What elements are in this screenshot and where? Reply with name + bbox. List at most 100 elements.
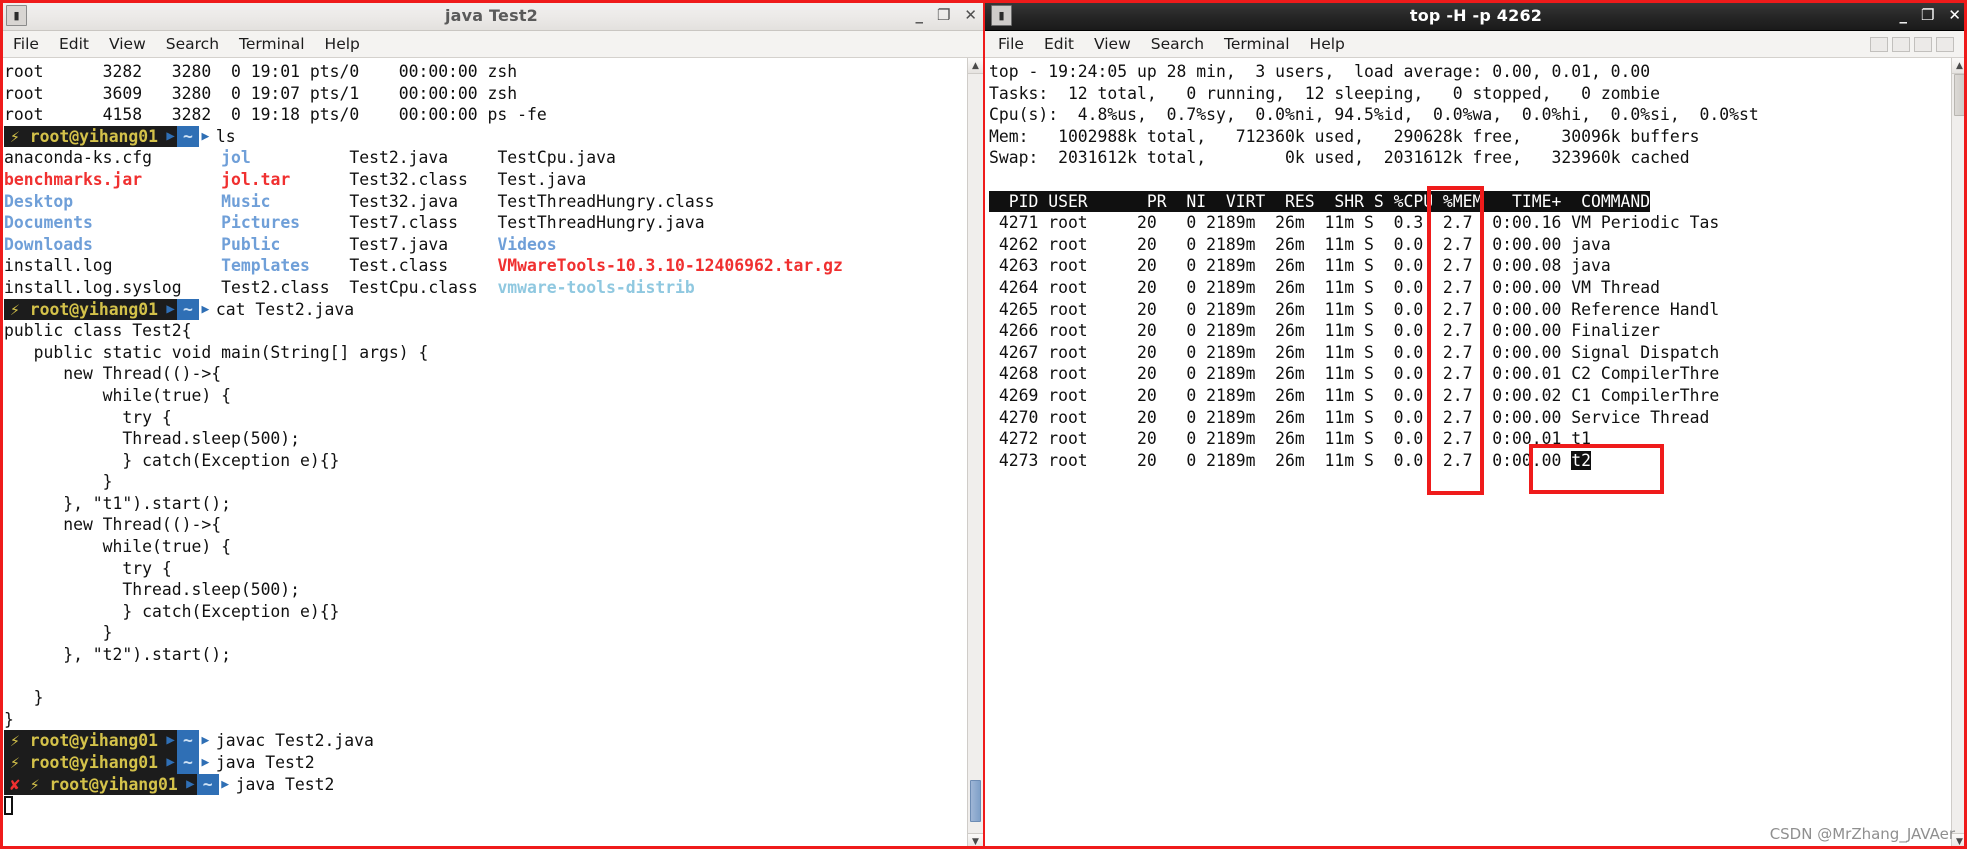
terminal-line: try { — [4, 407, 967, 429]
scrollbar-thumb[interactable] — [1954, 74, 1965, 116]
ls-entry: Test32.java — [349, 191, 498, 211]
ls-entry: Pictures — [221, 213, 350, 233]
prompt-ok-glyph: ⚡ — [10, 299, 20, 319]
table-row: 4264 root 20 0 2189m 26m 11m S 0.0 2.7 0… — [989, 277, 1951, 299]
shell-command: ls — [215, 126, 236, 146]
top-row-command: Finalizer — [1571, 321, 1661, 341]
prompt-tail-icon: ▶ — [198, 730, 212, 752]
ls-entry: TestCpu.class — [349, 277, 498, 297]
ls-entry: jol.tar — [221, 169, 350, 189]
menu-file[interactable]: File — [998, 35, 1024, 53]
terminal-line: benchmarks.jar jol.tar Test32.class Test… — [4, 169, 967, 191]
shell-prompt: ✘ ⚡ root@yihang01 ▶ ~ ▶ — [4, 773, 232, 796]
prompt-user-host: root@yihang01 — [29, 299, 159, 319]
terminal-line: }, "t2").start(); — [4, 644, 967, 666]
left-scrollbar[interactable]: ▲ ▼ — [967, 58, 983, 849]
terminal-line: Thread.sleep(500); — [4, 579, 967, 601]
top-row-command: java — [1571, 234, 1611, 254]
menu-search[interactable]: Search — [1151, 35, 1204, 53]
prompt-path-segment: ~ — [196, 773, 219, 796]
shell-prompt: ⚡ root@yihang01 ▶ ~ ▶ — [4, 125, 212, 148]
terminal-line: Documents Pictures Test7.class TestThrea… — [4, 212, 967, 234]
code-line: } — [4, 688, 44, 708]
scrollbar-thumb[interactable] — [970, 780, 981, 822]
prompt-user-segment: ⚡ root@yihang01 — [4, 730, 165, 752]
menu-view[interactable]: View — [109, 35, 146, 53]
top-row-command: t1 — [1571, 429, 1591, 449]
code-line: while(true) { — [4, 385, 231, 405]
left-window-title: java Test2 — [444, 5, 539, 25]
terminal-line: ⚡ root@yihang01 ▶ ~ ▶ javac Test2.java — [4, 730, 967, 752]
scroll-up-arrow-icon[interactable]: ▲ — [1952, 58, 1967, 74]
maximize-button[interactable]: ❐ — [1921, 7, 1934, 23]
prompt-user-segment: ✘ ⚡ root@yihang01 — [4, 773, 184, 796]
shell-prompt: ⚡ root@yihang01 ▶ ~ ▶ — [4, 298, 212, 321]
top-row-fields: 4270 root 20 0 2189m 26m 11m S 0.0 2.7 0… — [989, 407, 1572, 427]
terminal-line: while(true) { — [4, 385, 967, 407]
ls-entry: anaconda-ks.cfg — [4, 148, 222, 168]
prompt-path-segment: ~ — [177, 730, 199, 752]
terminal-line: try { — [4, 558, 967, 580]
menu-search[interactable]: Search — [166, 35, 219, 53]
menu-help[interactable]: Help — [325, 35, 360, 53]
deco-box-icon — [1870, 36, 1888, 52]
menu-help[interactable]: Help — [1310, 35, 1345, 53]
right-titlebar[interactable]: ▮ top -H -p 4262 _ ❐ ✕ — [985, 0, 1967, 31]
menu-terminal[interactable]: Terminal — [239, 35, 305, 53]
prompt-separator-icon: ▶ — [164, 298, 178, 321]
maximize-button[interactable]: ❐ — [937, 7, 950, 23]
terminal-line: new Thread(()->{ — [4, 363, 967, 385]
deco-box-icon — [1914, 36, 1932, 52]
deco-box-icon — [1892, 36, 1910, 52]
terminal-line: Thread.sleep(500); — [4, 428, 967, 450]
table-row: 4265 root 20 0 2189m 26m 11m S 0.0 2.7 0… — [989, 299, 1951, 321]
code-line: public static void main(String[] args) { — [4, 342, 429, 362]
table-row: 4263 root 20 0 2189m 26m 11m S 0.0 2.7 0… — [989, 255, 1951, 277]
table-row: 4269 root 20 0 2189m 26m 11m S 0.0 2.7 0… — [989, 385, 1951, 407]
left-titlebar[interactable]: ▮ java Test2 _ ❐ ✕ — [0, 0, 983, 31]
menu-terminal[interactable]: Terminal — [1224, 35, 1290, 53]
ls-entry: benchmarks.jar — [4, 169, 222, 189]
table-row: 4267 root 20 0 2189m 26m 11m S 0.0 2.7 0… — [989, 342, 1951, 364]
close-button[interactable]: ✕ — [964, 7, 977, 23]
menu-edit[interactable]: Edit — [59, 35, 89, 53]
close-button[interactable]: ✕ — [1948, 7, 1961, 23]
prompt-path-segment: ~ — [177, 752, 199, 774]
terminal-line: } catch(Exception e){} — [4, 601, 967, 623]
top-row-fields: 4267 root 20 0 2189m 26m 11m S 0.0 2.7 0… — [989, 342, 1572, 362]
top-row-fields: 4266 root 20 0 2189m 26m 11m S 0.0 2.7 0… — [989, 321, 1572, 341]
menu-edit[interactable]: Edit — [1044, 35, 1074, 53]
scroll-up-arrow-icon[interactable]: ▲ — [968, 58, 983, 74]
code-line: } — [4, 623, 113, 643]
left-terminal-body[interactable]: root 3282 3280 0 19:01 pts/0 00:00:00 zs… — [0, 58, 983, 849]
menu-file[interactable]: File — [13, 35, 39, 53]
terminal-window-right: ▮ top -H -p 4262 _ ❐ ✕ File Edit View Se… — [985, 0, 1967, 849]
top-row-fields: 4262 root 20 0 2189m 26m 11m S 0.0 2.7 0… — [989, 234, 1572, 254]
scroll-down-arrow-icon[interactable]: ▼ — [968, 833, 983, 849]
terminal-line: ⚡ root@yihang01 ▶ ~ ▶ cat Test2.java — [4, 298, 967, 321]
ls-entry: Test.class — [349, 256, 498, 276]
terminal-line — [4, 795, 967, 817]
table-row: 4271 root 20 0 2189m 26m 11m S 0.3 2.7 0… — [989, 212, 1951, 234]
left-window-controls: _ ❐ ✕ — [915, 7, 977, 23]
ls-entry: Downloads — [4, 234, 222, 254]
top-table-header: PID USER PR NI VIRT RES SHR S %CPU %MEM … — [989, 190, 1651, 213]
right-scrollbar[interactable]: ▲ ▼ — [1951, 58, 1967, 849]
prompt-tail-icon: ▶ — [198, 125, 212, 148]
shell-prompt: ⚡ root@yihang01 ▶ ~ ▶ — [4, 730, 212, 752]
minimize-button[interactable]: _ — [915, 7, 923, 23]
code-line: Thread.sleep(500); — [4, 580, 301, 600]
prompt-path-segment: ~ — [177, 125, 199, 148]
code-line: new Thread(()->{ — [4, 364, 222, 384]
ls-entry: Templates — [221, 256, 350, 276]
minimize-button[interactable]: _ — [1899, 7, 1907, 23]
top-row-command-highlighted: t2 — [1571, 450, 1591, 470]
top-row-fields: 4263 root 20 0 2189m 26m 11m S 0.0 2.7 0… — [989, 256, 1572, 276]
shell-command: javac Test2.java — [215, 731, 374, 751]
terminal-line: root 4158 3282 0 19:18 pts/0 00:00:00 ps… — [4, 105, 547, 125]
right-terminal-body[interactable]: top - 19:24:05 up 28 min, 3 users, load … — [985, 58, 1967, 849]
ls-entry: Videos — [497, 234, 557, 254]
top-row-command: VM Periodic Tas — [1571, 213, 1720, 233]
prompt-user-segment: ⚡ root@yihang01 — [4, 125, 165, 148]
menu-view[interactable]: View — [1094, 35, 1131, 53]
